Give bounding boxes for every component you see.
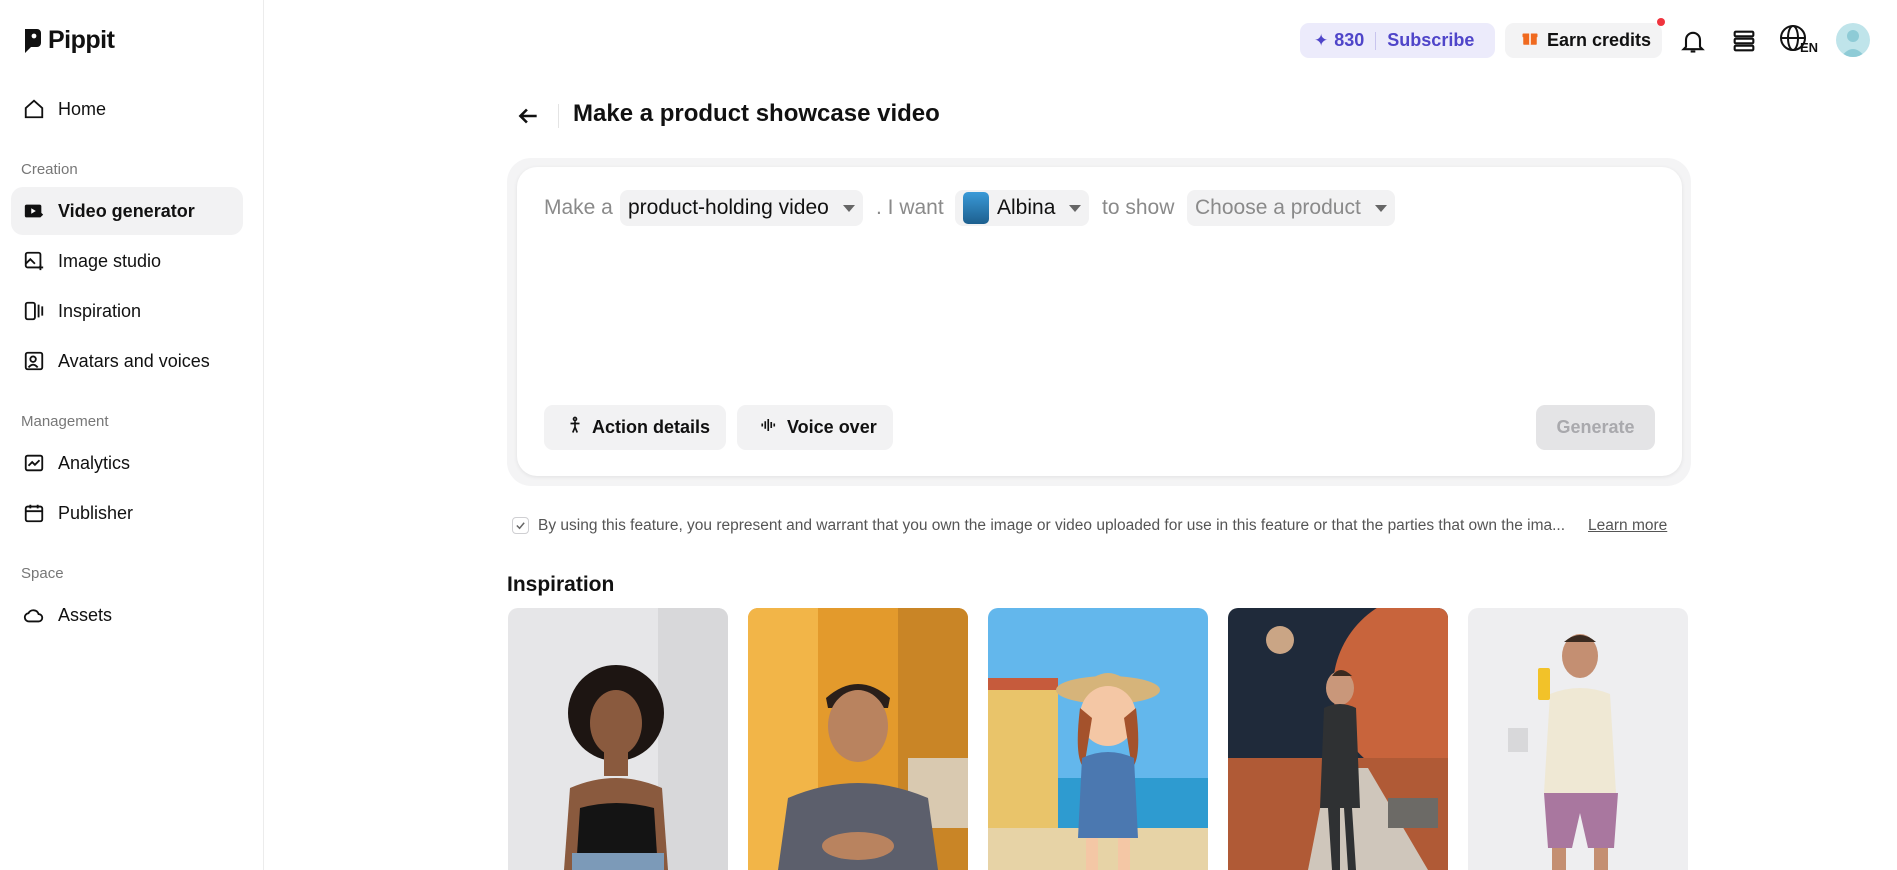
sidebar-item-assets[interactable]: Assets	[11, 591, 243, 639]
section-space: Space	[21, 565, 64, 582]
product-placeholder: Choose a product	[1195, 196, 1361, 219]
gift-icon	[1521, 29, 1539, 52]
sidebar-item-video-generator[interactable]: Video generator	[11, 187, 243, 235]
brand-name: Pippit	[48, 26, 115, 54]
analytics-icon	[22, 451, 46, 475]
cloud-icon	[22, 603, 46, 627]
video-type-value: product-holding video	[628, 196, 829, 219]
sidebar-item-label: Assets	[58, 604, 113, 625]
credits-count: 830	[1334, 30, 1365, 50]
back-button[interactable]	[512, 100, 544, 132]
subscribe-link[interactable]: Subscribe	[1387, 30, 1474, 51]
action-details-label: Action details	[592, 417, 711, 437]
waveform-icon	[759, 416, 779, 439]
home-icon	[22, 97, 46, 121]
section-management: Management	[21, 413, 109, 430]
video-type-dropdown[interactable]: product-holding video	[620, 190, 863, 226]
divider	[1375, 31, 1377, 50]
earn-credits-button[interactable]: Earn credits	[1505, 23, 1662, 58]
agreement-checkbox[interactable]	[512, 517, 529, 534]
calendar-icon	[22, 501, 46, 525]
pippit-logo-icon	[25, 28, 41, 53]
bell-icon[interactable]	[1677, 25, 1709, 57]
sidebar-item-analytics[interactable]: Analytics	[11, 439, 243, 487]
sidebar-item-label: Publisher	[58, 502, 134, 523]
earn-credits-label: Earn credits	[1547, 30, 1652, 50]
inspiration-card-cartoon-girl[interactable]	[988, 608, 1208, 870]
notification-dot	[1657, 18, 1665, 26]
sidebar-item-label: Analytics	[58, 452, 131, 473]
prompt-text-toshow: to show	[1102, 196, 1175, 219]
sidebar: Pippit Home Creation Video generator Ima…	[0, 0, 264, 870]
inspiration-card-woman[interactable]	[508, 608, 728, 870]
inspiration-title: Inspiration	[507, 573, 615, 596]
chevron-down-icon	[1374, 204, 1387, 212]
prompt-text-make: Make a	[544, 196, 613, 219]
product-dropdown[interactable]: Choose a product	[1187, 190, 1395, 226]
inspiration-card-man-mars[interactable]	[1228, 608, 1448, 870]
sparkle-icon: ✦	[1314, 30, 1329, 50]
sidebar-item-label: Image studio	[58, 250, 162, 271]
divider	[558, 104, 559, 128]
video-generator-icon	[22, 199, 46, 223]
sidebar-item-publisher[interactable]: Publisher	[11, 489, 243, 537]
avatar-thumbnail	[963, 192, 989, 224]
sidebar-item-image-studio[interactable]: Image studio	[11, 237, 243, 285]
voice-over-button[interactable]: Voice over	[737, 405, 893, 450]
sidebar-item-avatars-voices[interactable]: Avatars and voices	[11, 337, 243, 385]
inspiration-card-man-talking[interactable]	[748, 608, 968, 870]
chevron-down-icon	[1069, 204, 1082, 212]
sidebar-item-label: Avatars and voices	[58, 350, 210, 371]
learn-more-link[interactable]: Learn more	[1588, 517, 1667, 535]
section-creation: Creation	[21, 161, 78, 178]
avatar-dropdown[interactable]: Albina	[955, 190, 1090, 226]
avatar-name: Albina	[997, 196, 1056, 219]
figure-icon	[566, 416, 584, 439]
sidebar-item-label: Inspiration	[58, 300, 142, 321]
sidebar-item-home[interactable]: Home	[11, 85, 243, 133]
stack-icon[interactable]	[1728, 25, 1760, 57]
chevron-down-icon	[842, 204, 855, 212]
language-code: EN	[1800, 40, 1819, 55]
page-title: Make a product showcase video	[573, 100, 940, 127]
sidebar-item-inspiration[interactable]: Inspiration	[11, 287, 243, 335]
sidebar-item-label: Home	[58, 98, 107, 119]
disclaimer-text: By using this feature, you represent and…	[538, 517, 1566, 534]
prompt-text-iwant: . I want	[876, 196, 944, 219]
credits-pill[interactable]: ✦ 830 Subscribe	[1300, 23, 1495, 58]
inspiration-card-man-product[interactable]	[1468, 608, 1688, 870]
image-studio-icon	[22, 249, 46, 273]
generate-button[interactable]: Generate	[1536, 405, 1655, 450]
action-details-button[interactable]: Action details	[544, 405, 727, 450]
brand-logo[interactable]: Pippit	[22, 26, 115, 55]
avatar-voice-icon	[22, 349, 46, 373]
user-avatar[interactable]	[1836, 23, 1870, 57]
voice-over-label: Voice over	[787, 417, 877, 437]
inspiration-icon	[22, 299, 46, 323]
sidebar-item-label: Video generator	[58, 200, 195, 221]
